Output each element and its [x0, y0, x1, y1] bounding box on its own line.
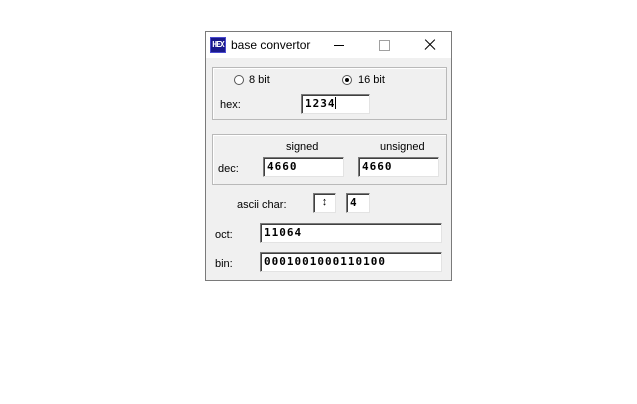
bit-mode-group: 8 bit 16 bit hex: 1234	[212, 67, 447, 120]
ascii-char-input[interactable]: 4	[346, 193, 370, 213]
radio-16bit[interactable]	[342, 75, 352, 85]
ascii-char-label: ascii char:	[237, 199, 287, 211]
signed-header: signed	[286, 141, 319, 153]
hex-app-icon: HEX	[210, 37, 226, 53]
close-button[interactable]	[406, 32, 452, 58]
bin-input[interactable]: 0001001000110100	[260, 252, 442, 272]
oct-label: oct:	[215, 229, 233, 241]
radio-16bit-label[interactable]: 16 bit	[358, 74, 385, 86]
radio-8bit-label[interactable]: 8 bit	[249, 74, 270, 86]
maximize-button[interactable]	[361, 32, 407, 58]
base-convertor-window: HEX base convertor 8 bit 16 bit hex: 123…	[205, 31, 452, 281]
hex-label: hex:	[220, 99, 241, 111]
dec-label: dec:	[218, 163, 239, 175]
window-title: base convertor	[231, 38, 311, 52]
title-bar[interactable]: HEX base convertor	[206, 32, 451, 58]
dec-unsigned-input[interactable]: 4660	[358, 157, 439, 177]
hex-input[interactable]: 1234	[301, 94, 370, 114]
minimize-button[interactable]	[316, 32, 362, 58]
bin-label: bin:	[215, 258, 233, 270]
decimal-group: signed unsigned dec: 4660 4660	[212, 134, 447, 185]
ascii-spinner-arrows-icon[interactable]: ↕	[313, 193, 336, 213]
unsigned-header: unsigned	[380, 141, 425, 153]
dec-signed-input[interactable]: 4660	[263, 157, 344, 177]
radio-8bit[interactable]	[234, 75, 244, 85]
oct-input[interactable]: 11064	[260, 223, 442, 243]
